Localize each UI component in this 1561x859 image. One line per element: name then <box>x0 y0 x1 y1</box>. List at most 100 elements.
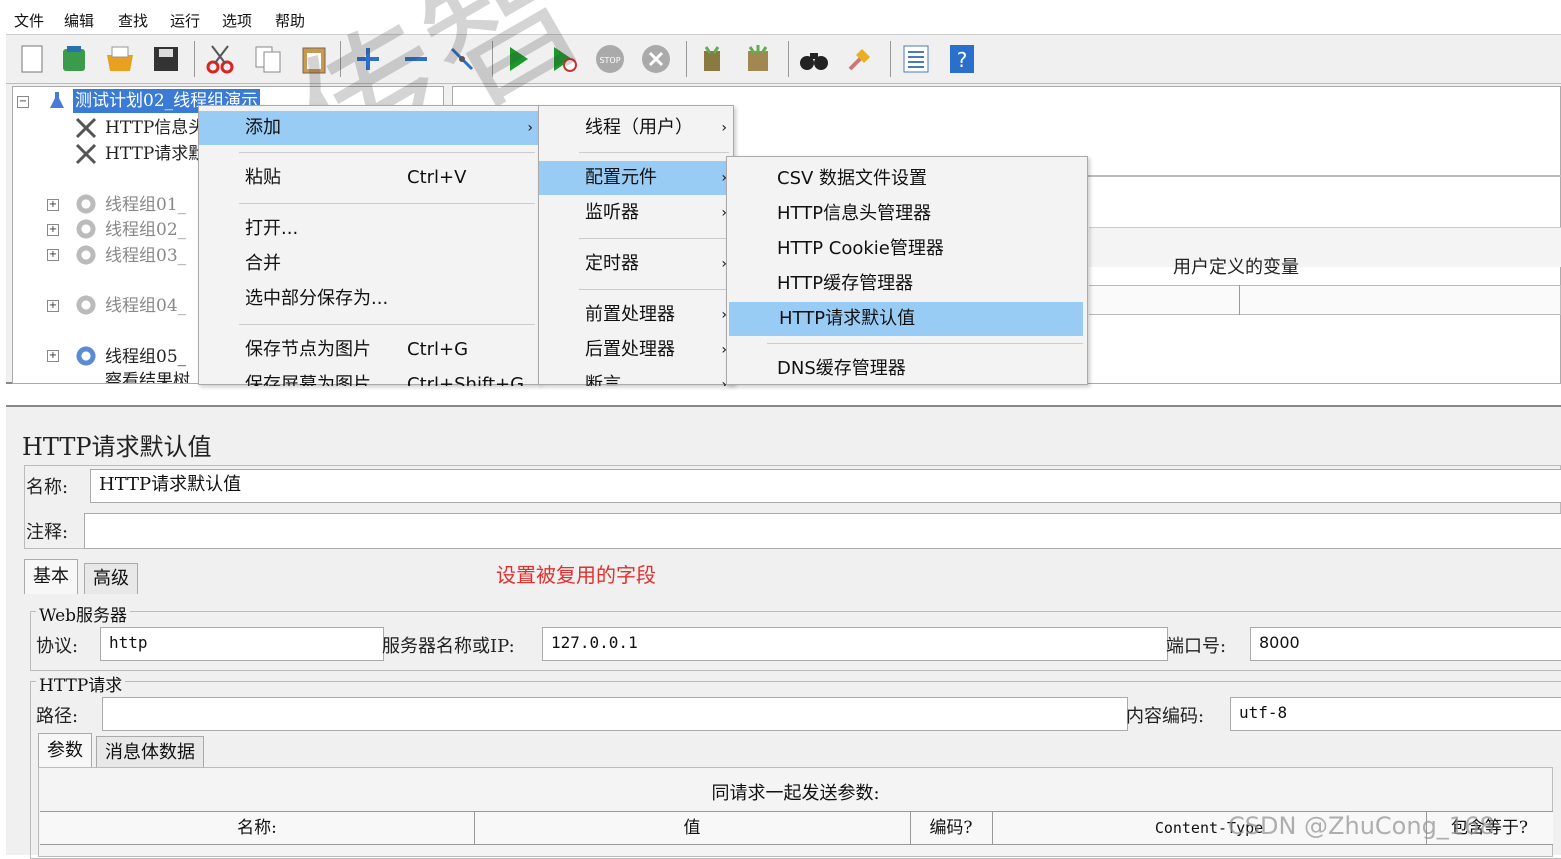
copy-icon[interactable] <box>252 43 284 75</box>
http-defaults-panel: HTTP请求默认值 名称: HTTP请求默认值 注释: 基本 高级 设置被复用的… <box>6 405 1561 859</box>
port-field[interactable]: 8000 <box>1250 627 1561 661</box>
menu-item-merge[interactable]: 合并 <box>199 247 539 281</box>
user-vars-title: 用户定义的变量 <box>1173 257 1299 278</box>
name-label: 名称: <box>26 477 69 498</box>
gear-icon <box>75 345 97 367</box>
config-item-cache-manager[interactable]: HTTP缓存管理器 <box>727 267 1087 301</box>
tree-item-tg04[interactable]: 线程组04_ <box>105 294 186 318</box>
column-value[interactable]: 值 <box>474 812 911 844</box>
menu-item-add[interactable]: 添加 › <box>199 111 539 145</box>
column-name[interactable]: 名称: <box>40 812 475 844</box>
menu-item-save-selection[interactable]: 选中部分保存为... <box>199 282 539 316</box>
menu-options[interactable]: 选项 <box>222 10 252 31</box>
menu-help[interactable]: 帮助 <box>275 10 305 31</box>
flask-icon <box>49 91 65 109</box>
clear-icon[interactable] <box>696 43 728 75</box>
function-helper-icon[interactable] <box>900 43 932 75</box>
clear-all-icon[interactable] <box>742 43 774 75</box>
encoding-label: 内容编码: <box>1126 706 1205 727</box>
expand-toggle[interactable]: + <box>47 300 59 312</box>
submenu-item-assertion[interactable]: 断言 › <box>539 368 733 386</box>
gear-icon <box>75 294 97 316</box>
http-request-legend: HTTP请求 <box>36 671 126 696</box>
annotation-text: 设置被复用的字段 <box>496 563 656 587</box>
name-field[interactable]: HTTP请求默认值 <box>90 469 1561 503</box>
comment-field[interactable] <box>84 513 1561 549</box>
expand-toggle[interactable]: + <box>47 350 59 362</box>
save-icon[interactable] <box>150 43 182 75</box>
collapse-toggle[interactable]: − <box>17 96 29 108</box>
context-menu: 添加 › 粘贴 Ctrl+V 打开... 合并 选中部分保存为... 保存节点为图片… <box>198 105 540 386</box>
menu-run[interactable]: 运行 <box>170 10 200 31</box>
menu-file[interactable]: 文件 <box>14 10 44 31</box>
path-field[interactable] <box>102 697 1128 731</box>
config-submenu: CSV 数据文件设置 HTTP信息头管理器 HTTP Cookie管理器 HTT… <box>726 156 1088 385</box>
reset-search-icon[interactable] <box>844 43 876 75</box>
shutdown-icon[interactable] <box>640 43 672 75</box>
svg-text:STOP: STOP <box>599 56 620 65</box>
search-icon[interactable] <box>798 43 830 75</box>
port-label: 端口号: <box>1166 636 1227 657</box>
submenu-item-timer[interactable]: 定时器 › <box>539 247 733 281</box>
tab-body-data[interactable]: 消息体数据 <box>96 736 204 768</box>
start-icon[interactable] <box>502 43 534 75</box>
config-item-header-manager[interactable]: HTTP信息头管理器 <box>727 197 1087 231</box>
column-encode[interactable]: 编码? <box>910 812 993 844</box>
tab-advanced[interactable]: 高级 <box>84 563 138 594</box>
submenu-item-postprocessor[interactable]: 后置处理器 › <box>539 333 733 367</box>
tree-item-results[interactable]: 察看结果树 <box>105 369 190 383</box>
submenu-item-preprocessor[interactable]: 前置处理器 › <box>539 298 733 332</box>
toggle-icon[interactable] <box>446 43 478 75</box>
tree-item-defaults[interactable]: HTTP请求默 <box>105 142 205 166</box>
submenu-item-listener[interactable]: 监听器 › <box>539 196 733 230</box>
expand-toggle[interactable]: + <box>47 249 59 261</box>
menu-search[interactable]: 查找 <box>118 10 148 31</box>
tree-item-tg01[interactable]: 线程组01_ <box>105 193 186 217</box>
menubar: 文件 编辑 查找 运行 选项 帮助 <box>0 0 1561 34</box>
web-server-legend: Web服务器 <box>36 601 131 626</box>
stop-icon[interactable]: STOP <box>594 43 626 75</box>
svg-text:?: ? <box>957 48 968 72</box>
menu-item-save-screen-image[interactable]: 保存屏幕为图片 Ctrl+Shift+G <box>199 368 539 386</box>
open-icon[interactable] <box>104 43 136 75</box>
tool-icon <box>75 117 97 139</box>
encoding-field[interactable]: utf-8 <box>1230 697 1561 731</box>
comment-label: 注释: <box>26 522 69 543</box>
protocol-label: 协议: <box>36 636 79 657</box>
cut-icon[interactable] <box>204 43 236 75</box>
collapse-icon[interactable] <box>400 43 432 75</box>
params-caption: 同请求一起发送参数: <box>711 783 880 804</box>
add-submenu: 线程（用户） › 配置元件 › 监听器 › 定时器 › 前置处理器 › 后置处理器 › 断言… <box>538 105 734 386</box>
gear-icon <box>75 193 97 215</box>
config-item-request-defaults[interactable]: HTTP请求默认值 <box>729 302 1083 336</box>
templates-icon[interactable] <box>58 43 90 75</box>
tree-item-tg02[interactable]: 线程组02_ <box>105 218 186 242</box>
server-field[interactable]: 127.0.0.1 <box>542 627 1168 661</box>
expand-toggle[interactable]: + <box>47 224 59 236</box>
tree-item-header[interactable]: HTTP信息头 <box>105 116 205 140</box>
paste-icon[interactable] <box>298 43 330 75</box>
submenu-item-threads[interactable]: 线程（用户） › <box>539 111 733 145</box>
config-item-csv[interactable]: CSV 数据文件设置 <box>727 162 1087 196</box>
help-icon[interactable]: ? <box>946 43 978 75</box>
menu-edit[interactable]: 编辑 <box>64 10 94 31</box>
config-item-dns-cache[interactable]: DNS缓存管理器 <box>727 352 1087 386</box>
expand-toggle[interactable]: + <box>47 199 59 211</box>
credit-watermark: CSDN @ZhuCong_168 <box>1228 812 1495 840</box>
protocol-field[interactable]: http <box>100 627 384 661</box>
start-no-pause-icon[interactable] <box>548 43 580 75</box>
submenu-item-config[interactable]: 配置元件 › <box>539 161 733 195</box>
toolbar: STOP ? <box>6 34 1561 84</box>
config-item-cookie-manager[interactable]: HTTP Cookie管理器 <box>727 232 1087 266</box>
menu-item-paste[interactable]: 粘贴 Ctrl+V <box>199 161 539 195</box>
new-icon[interactable] <box>16 43 48 75</box>
menu-item-open[interactable]: 打开... <box>199 212 539 246</box>
tab-basic[interactable]: 基本 <box>24 559 78 594</box>
menu-item-save-node-image[interactable]: 保存节点为图片 Ctrl+G <box>199 333 539 367</box>
tab-parameters[interactable]: 参数 <box>38 733 92 768</box>
tree-item-tg03[interactable]: 线程组03_ <box>105 244 186 268</box>
server-label: 服务器名称或IP: <box>382 636 515 657</box>
panel-title: HTTP请求默认值 <box>22 433 212 461</box>
tree-item-tg05[interactable]: 线程组05_ <box>105 345 186 369</box>
expand-icon[interactable] <box>352 43 384 75</box>
